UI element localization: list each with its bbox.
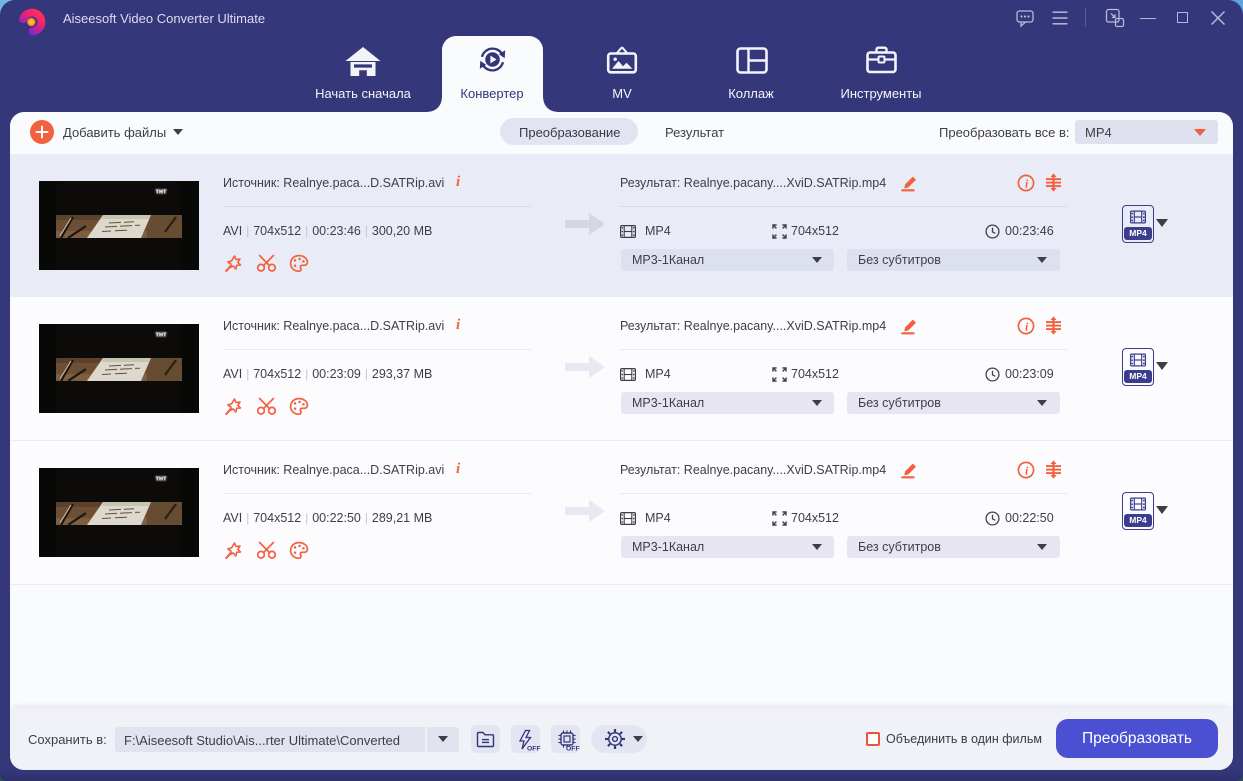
svg-text:OFF: OFF — [527, 745, 541, 751]
svg-text:тнт: тнт — [155, 476, 167, 483]
svg-text:OFF: OFF — [566, 745, 580, 751]
svg-text:i: i — [1025, 178, 1029, 190]
svg-text:тнт: тнт — [155, 189, 167, 196]
svg-text:i: i — [1025, 321, 1029, 333]
svg-text:i: i — [1025, 465, 1029, 477]
svg-text:тнт: тнт — [155, 332, 167, 339]
